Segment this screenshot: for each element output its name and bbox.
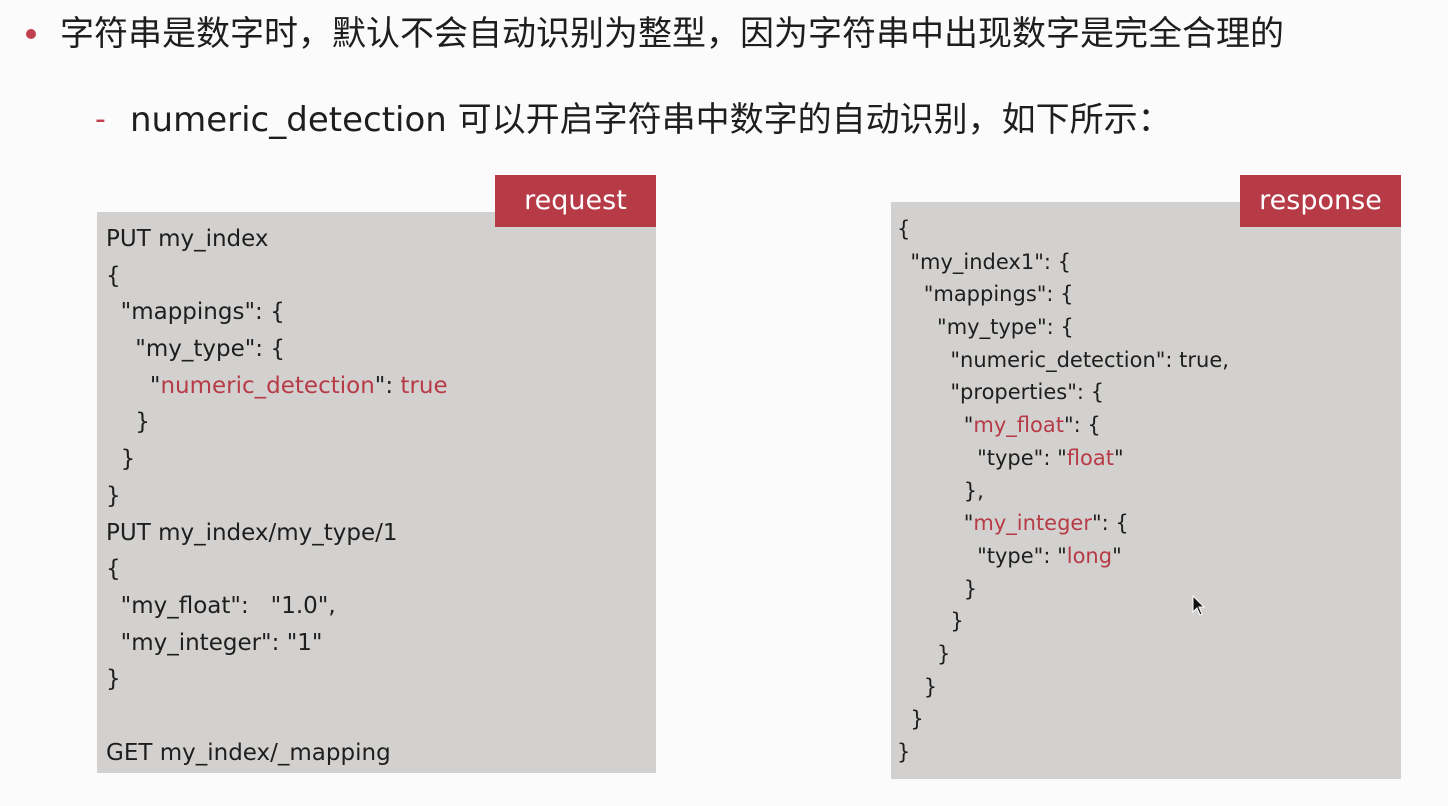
response-code-line: "mappings": { bbox=[897, 278, 1229, 311]
request-code-line: { bbox=[106, 258, 448, 295]
bullet-main-text: 字符串是数字时，默认不会自动识别为整型，因为字符串中出现数字是完全合理的 bbox=[60, 14, 1284, 54]
request-code-line bbox=[106, 698, 448, 735]
request-code-text: } bbox=[106, 482, 121, 509]
response-code-highlight: float bbox=[1066, 445, 1114, 470]
response-code-text: ": { bbox=[1063, 413, 1101, 438]
response-code-text: "properties": { bbox=[897, 380, 1104, 405]
request-code-text: "my_float": "1.0", bbox=[106, 592, 336, 619]
response-code-text: " bbox=[897, 511, 974, 536]
response-code-line: }, bbox=[897, 475, 1229, 508]
request-code-text: " bbox=[106, 372, 161, 399]
request-code-line: "numeric_detection": true bbox=[106, 368, 448, 405]
request-code-line: PUT my_index bbox=[106, 221, 448, 258]
request-code-text: } bbox=[106, 666, 121, 693]
request-code-highlight: numeric_detection bbox=[160, 372, 375, 399]
response-code-line: } bbox=[897, 703, 1229, 736]
response-code-line: "type": "long" bbox=[897, 540, 1229, 573]
request-code-line: "my_float": "1.0", bbox=[106, 588, 448, 625]
sub-bullet-text: numeric_detection 可以开启字符串中数字的自动识别，如下所示： bbox=[130, 100, 1172, 140]
request-code-line: GET my_index/_mapping bbox=[106, 735, 448, 772]
bullet-dot-icon bbox=[26, 29, 36, 39]
response-code-text: "my_type": { bbox=[897, 315, 1074, 340]
request-code-block: PUT my_index { "mappings": { "my_type": {… bbox=[106, 221, 448, 771]
response-code-text: " bbox=[1113, 445, 1124, 470]
response-code-line: "my_type": { bbox=[897, 311, 1229, 344]
sub-bullet-dash: - bbox=[95, 102, 106, 137]
response-code-text: "numeric_detection": true, bbox=[897, 347, 1229, 372]
response-code-highlight: my_float bbox=[973, 413, 1064, 438]
response-code-text: "mappings": { bbox=[897, 282, 1074, 307]
request-code-text: GET my_index/_mapping bbox=[106, 739, 391, 766]
response-code-highlight: my_integer bbox=[973, 511, 1092, 536]
response-code-line: { bbox=[897, 213, 1229, 246]
response-code-text: ": { bbox=[1092, 511, 1129, 536]
response-code-line: "my_index1": { bbox=[897, 246, 1229, 279]
response-code-text: } bbox=[897, 609, 964, 634]
response-code-line: "my_float": { bbox=[897, 409, 1229, 442]
response-code-text: } bbox=[897, 641, 951, 666]
slide: 字符串是数字时，默认不会自动识别为整型，因为字符串中出现数字是完全合理的 - n… bbox=[0, 0, 1448, 806]
request-code-line: } bbox=[106, 478, 448, 515]
request-code-text: "my_type": { bbox=[106, 336, 285, 363]
response-code-line: "properties": { bbox=[897, 376, 1229, 409]
response-code-line: } bbox=[897, 605, 1229, 638]
response-code-line: "my_integer": { bbox=[897, 507, 1229, 540]
response-code-text: "type": " bbox=[897, 445, 1067, 470]
response-code-highlight: long bbox=[1066, 543, 1113, 568]
request-code-text: PUT my_index bbox=[106, 226, 269, 252]
response-code-line: } bbox=[897, 638, 1229, 671]
request-code-text: ": bbox=[374, 372, 401, 399]
request-code-line: "my_integer": "1" bbox=[106, 625, 448, 662]
request-code-line: } bbox=[106, 404, 448, 441]
request-code-line: } bbox=[106, 441, 448, 478]
response-code-line: } bbox=[897, 736, 1229, 769]
request-code-line: "my_type": { bbox=[106, 331, 448, 368]
request-code-text: "mappings": { bbox=[106, 299, 285, 326]
request-code-text: { bbox=[106, 556, 121, 583]
request-tag: request bbox=[495, 175, 656, 227]
mouse-cursor-icon bbox=[1192, 595, 1206, 616]
response-code-text: " bbox=[897, 413, 974, 438]
response-code-text: }, bbox=[897, 478, 984, 503]
request-code-highlight: true bbox=[400, 372, 448, 399]
response-code-text: { bbox=[897, 217, 911, 241]
response-code-text: "type": " bbox=[897, 543, 1067, 568]
request-code-text: "my_integer": "1" bbox=[106, 629, 323, 656]
response-code-text: } bbox=[897, 674, 938, 699]
request-code-text: } bbox=[106, 446, 136, 473]
request-code-text: PUT my_index/my_type/1 bbox=[106, 519, 398, 546]
response-code-text: } bbox=[897, 707, 924, 732]
response-code-text: " bbox=[1112, 543, 1122, 568]
response-code-line: "numeric_detection": true, bbox=[897, 344, 1229, 377]
request-code-text: } bbox=[106, 409, 150, 436]
response-code-line: "type": "float" bbox=[897, 442, 1229, 475]
response-code-text: } bbox=[897, 740, 911, 764]
response-code-text: } bbox=[897, 576, 978, 601]
response-code-line: } bbox=[897, 573, 1229, 606]
response-code-line: } bbox=[897, 671, 1229, 704]
request-code-line: { bbox=[106, 551, 448, 588]
request-code-line: } bbox=[106, 661, 448, 698]
request-code-line: "mappings": { bbox=[106, 294, 448, 331]
request-code-text: { bbox=[106, 262, 121, 289]
response-tag: response bbox=[1240, 175, 1401, 227]
response-code-block: { "my_index1": { "mappings": { "my_type"… bbox=[897, 213, 1229, 769]
request-code-line: PUT my_index/my_type/1 bbox=[106, 515, 448, 552]
response-code-text: "my_index1": { bbox=[897, 249, 1071, 274]
